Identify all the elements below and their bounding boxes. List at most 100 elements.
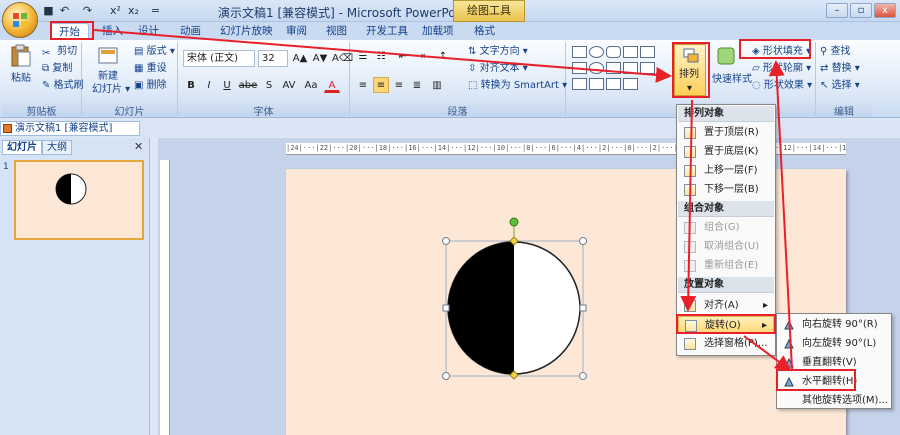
redo-icon[interactable]: ↷ [80, 3, 95, 18]
select-button[interactable]: ↖ 选择 ▾ [820, 80, 860, 92]
align-right-icon[interactable]: ≡ [391, 77, 407, 93]
slide-thumbnail[interactable] [14, 160, 144, 240]
delete-button[interactable]: ▣ 删除 [134, 80, 167, 92]
cut-button[interactable]: ✂ 剪切 [42, 46, 78, 59]
text-direction-button[interactable]: ⇅ 文字方向 ▾ [468, 46, 528, 58]
tab-animation[interactable]: 动画 [172, 23, 209, 40]
shape-rect-icon[interactable] [572, 46, 587, 58]
paste-icon[interactable] [10, 44, 32, 68]
tab-view[interactable]: 视图 [318, 23, 355, 40]
shape-line-icon[interactable] [640, 46, 655, 58]
editing-group-label: 编辑 [816, 103, 872, 118]
save-icon[interactable]: ■ [41, 3, 56, 18]
tab-outline-pane[interactable]: 大纲 [42, 140, 72, 155]
find-button[interactable]: ⚲ 查找 [820, 46, 851, 58]
shape-outline-button[interactable]: ▱ 形状轮廓 ▾ [752, 63, 811, 75]
shrink-font-icon[interactable]: A▼ [311, 50, 329, 66]
tab-addins[interactable]: 加载项 [414, 23, 462, 40]
font-color-button[interactable]: A [324, 77, 340, 93]
shape-banner-icon[interactable] [623, 78, 638, 90]
close-button[interactable]: x [874, 3, 896, 18]
shape-triangle-icon[interactable] [623, 46, 638, 58]
clear-format-icon[interactable]: A⌫ [331, 50, 353, 66]
align-text-button[interactable]: ⇳ 对齐文本 ▾ [468, 63, 528, 75]
strikethrough-button[interactable]: abe [237, 77, 259, 93]
paste-label[interactable]: 粘贴 [11, 73, 31, 85]
copy-button[interactable]: ⧉ 复制 [42, 63, 72, 75]
change-case-button[interactable]: Aa [301, 77, 321, 93]
shape-arrow-icon[interactable] [572, 62, 587, 74]
shape-circle-icon[interactable] [589, 62, 604, 74]
shape-star-icon[interactable] [623, 62, 638, 74]
shape-callout-icon[interactable] [606, 62, 621, 74]
align-left-icon[interactable]: ≡ [355, 77, 371, 93]
rotate-left-90-item[interactable]: 向左旋转 90°(L) [778, 335, 890, 353]
tab-insert[interactable]: 插入 [94, 23, 131, 40]
grow-font-icon[interactable]: A▲ [291, 50, 309, 66]
vertical-ruler [160, 160, 170, 435]
reset-button[interactable]: ▦ 重设 [134, 63, 167, 75]
rotate-right-90-item[interactable]: 向右旋转 90°(R) [778, 316, 890, 334]
tab-format[interactable]: 格式 [466, 23, 503, 40]
find-label: 查找 [830, 46, 851, 57]
char-spacing-button[interactable]: AV [279, 77, 299, 93]
new-slide-icon[interactable] [98, 46, 120, 66]
send-backward-item[interactable]: 下移一层(B) [678, 181, 774, 199]
new-slide-label[interactable]: 新建 [98, 71, 118, 83]
selection-pane-item[interactable]: 选择窗格(P)... [678, 335, 774, 353]
text-direction-label: 文字方向 ▾ [479, 46, 528, 57]
align-center-icon[interactable]: ≡ [373, 77, 389, 93]
minimize-button[interactable]: – [826, 3, 848, 18]
line-spacing-icon[interactable]: ↕ [435, 48, 451, 64]
layout-button[interactable]: ▤ 版式 ▾ [134, 46, 175, 58]
tab-developer[interactable]: 开发工具 [358, 23, 416, 40]
shape-oval-icon[interactable] [589, 46, 604, 58]
columns-icon[interactable]: ▥ [429, 77, 445, 93]
slides-group-label: 幻灯片 [82, 103, 177, 118]
bring-to-front-item[interactable]: 置于顶层(R) [678, 124, 774, 142]
underline-button[interactable]: U [219, 77, 235, 93]
cut-label: 剪切 [57, 46, 78, 57]
binoculars-icon: ⚲ [820, 46, 828, 57]
bring-forward-item[interactable]: 上移一层(F) [678, 162, 774, 180]
align-item[interactable]: 对齐(A) ▸ [678, 297, 774, 315]
italic-button[interactable]: I [201, 77, 217, 93]
document-tab[interactable]: 演示文稿1 [兼容模式] [0, 121, 140, 136]
shadow-button[interactable]: S [261, 77, 277, 93]
justify-icon[interactable]: ≣ [409, 77, 425, 93]
bold-button[interactable]: B [183, 77, 199, 93]
menu-head-group: 组合对象 [678, 201, 774, 217]
smartart-button[interactable]: ⬚ 转换为 SmartArt ▾ [468, 80, 567, 92]
superscript-icon[interactable]: x² [108, 3, 123, 18]
restore-button[interactable]: ▫ [850, 3, 872, 18]
tab-slides-pane[interactable]: 幻灯片 [2, 140, 42, 155]
shape-block-arrow-icon[interactable] [572, 78, 587, 90]
more-rotation-options-item[interactable]: 其他旋转选项(M)... [778, 392, 890, 410]
subscript-icon[interactable]: x₂ [126, 3, 141, 18]
numbering-icon[interactable]: ☷ [373, 48, 389, 64]
undo-icon[interactable]: ↶ [57, 3, 72, 18]
tab-design[interactable]: 设计 [130, 23, 167, 40]
new-slide-dropdown[interactable]: 幻灯片 ▾ [92, 84, 130, 96]
font-size-combo[interactable]: 32 [258, 50, 288, 67]
pane-close-icon[interactable]: ✕ [134, 140, 143, 153]
shape-brace-icon[interactable] [640, 62, 655, 74]
increase-indent-icon[interactable]: ⇥ [413, 48, 429, 64]
qat-more-icon[interactable]: = [148, 3, 163, 18]
send-to-back-item[interactable]: 置于底层(K) [678, 143, 774, 161]
tab-slideshow[interactable]: 幻灯片放映 [212, 23, 281, 40]
office-button[interactable] [2, 2, 38, 38]
shape-rounded-icon[interactable] [606, 46, 621, 58]
format-painter-button[interactable]: ✎ 格式刷 [42, 80, 84, 92]
replace-button[interactable]: ⇄ 替换 ▾ [820, 63, 860, 75]
font-name-combo[interactable]: 宋体 (正文) [183, 50, 255, 67]
shape-equation-icon[interactable] [606, 78, 621, 90]
flip-vertical-icon [784, 357, 794, 368]
tab-review[interactable]: 审阅 [278, 23, 315, 40]
shape-effects-button[interactable]: ◌ 形状效果 ▾ [752, 80, 812, 92]
bullets-icon[interactable]: ☰ [355, 48, 371, 64]
selected-shape[interactable] [438, 212, 594, 384]
shape-flow-icon[interactable] [589, 78, 604, 90]
decrease-indent-icon[interactable]: ⇤ [395, 48, 411, 64]
paragraph-group: 段落 ☰ ☷ ⇤ ⇥ ↕ ≡ ≡ ≡ ≣ ▥ ⇅ 文字方向 ▾ ⇳ 对齐文本 ▾… [350, 42, 567, 118]
